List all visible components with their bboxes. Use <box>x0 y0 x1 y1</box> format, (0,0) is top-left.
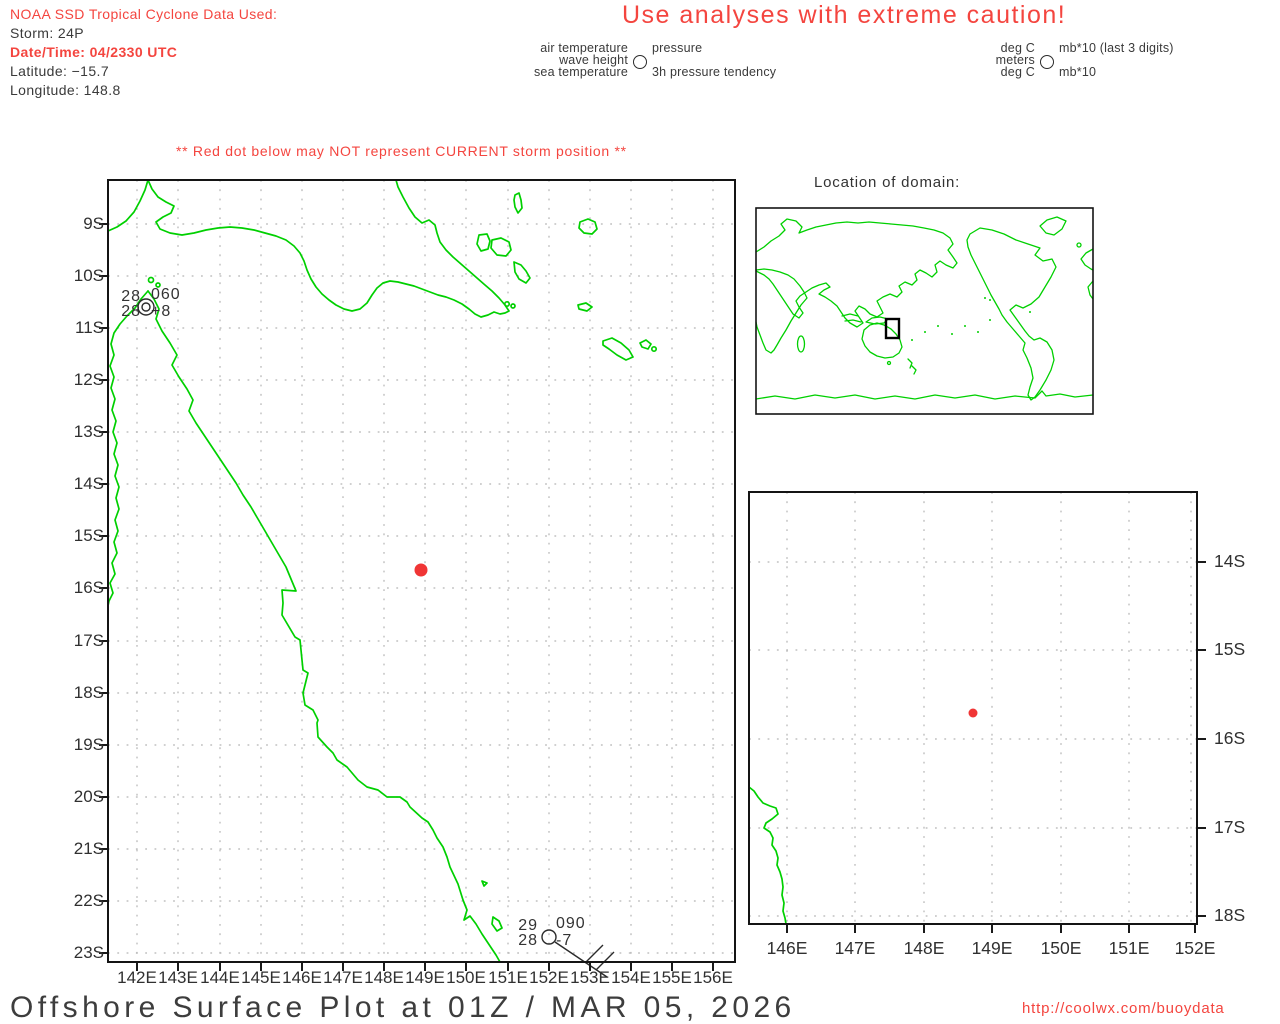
world-tasmania <box>886 360 892 366</box>
station-circle-icon <box>541 929 557 945</box>
noaa-data-line: NOAA SSD Tropical Cyclone Data Used: <box>10 6 278 22</box>
main-lat-label: 18S <box>73 683 104 702</box>
world-greenland <box>1039 216 1067 236</box>
main-lat-label: 19S <box>73 735 104 754</box>
main-lon-label: 143E <box>158 968 198 987</box>
inset-lon-label: 149E <box>971 938 1013 958</box>
world-new-zealand <box>907 358 917 375</box>
world-coast-africa <box>755 268 808 354</box>
legend-unit-tendency: mb*10 <box>1059 65 1097 79</box>
latitude-line: Latitude: −15.7 <box>10 63 110 79</box>
coastline-queensland-east <box>147 290 501 963</box>
datetime-line: Date/Time: 04/2330 UTC <box>10 44 178 60</box>
legend-unit-pressure: mb*10 (last 3 digits) <box>1059 41 1174 55</box>
main-map <box>99 179 736 978</box>
station1-tendency: +8 <box>151 303 172 320</box>
world-pacific-islands <box>911 297 1031 341</box>
main-lat-label: 21S <box>73 839 104 858</box>
main-lat-label: 16S <box>73 578 104 597</box>
world-map-border <box>755 207 1094 415</box>
main-map-ticks <box>99 223 714 971</box>
legend-sea-temperature: sea temperature <box>533 65 628 79</box>
world-madagascar <box>796 335 806 353</box>
main-lon-label: 150E <box>446 968 486 987</box>
main-lat-label: 9S <box>83 214 104 233</box>
island-icon <box>503 300 511 308</box>
station2-tendency: -7 <box>556 932 573 949</box>
main-lat-label: 14S <box>73 474 104 493</box>
inset-lon-label: 152E <box>1174 938 1216 958</box>
inset-lat-label: 14S <box>1214 551 1246 571</box>
station-inner-circle-icon <box>141 302 151 312</box>
zoom-inset-storm-dot <box>968 708 978 718</box>
inset-lat-label: 15S <box>1214 639 1246 659</box>
inset-lon-label: 150E <box>1040 938 1082 958</box>
main-lat-label: 23S <box>73 943 104 962</box>
main-lat-label: 22S <box>73 891 104 910</box>
main-lat-label: 15S <box>73 526 104 545</box>
station1-pressure: 060 <box>151 286 181 303</box>
inset-lon-label: 147E <box>834 938 876 958</box>
domain-inset-title: Location of domain: <box>814 174 961 191</box>
station2-sea-temp: 28 <box>518 932 538 949</box>
world-europe-wrap <box>1080 248 1094 300</box>
main-lon-label: 156E <box>693 968 733 987</box>
inset-lat-label: 18S <box>1214 905 1246 925</box>
zoom-inset-ticks <box>786 561 1206 933</box>
station-plots <box>137 298 615 978</box>
station-circle-icon <box>1040 55 1054 69</box>
main-lat-label: 13S <box>73 422 104 441</box>
station1-sea-temp: 28 <box>121 303 141 320</box>
storm-dot <box>414 563 428 577</box>
inset-lon-label: 146E <box>766 938 808 958</box>
inset-lon-label: 151E <box>1108 938 1150 958</box>
offshore-surface-plot-page: NOAA SSD Tropical Cyclone Data Used: Sto… <box>0 0 1280 1024</box>
zoom-inset-coastline <box>748 786 787 925</box>
station2-pressure: 090 <box>556 915 586 932</box>
legend-pressure: pressure <box>652 41 703 55</box>
inset-lat-label: 17S <box>1214 817 1246 837</box>
main-lat-label: 10S <box>73 266 104 285</box>
legend-pressure-tendency: 3h pressure tendency <box>652 65 777 79</box>
coastline-queensland-west <box>107 290 149 607</box>
source-url[interactable]: http://coolwx.com/buoydata <box>1022 1000 1225 1017</box>
main-lat-label: 17S <box>73 631 104 650</box>
world-coast-eurasia <box>755 218 958 328</box>
world-uk <box>1076 242 1082 248</box>
world-coast-australia <box>861 322 903 359</box>
world-coast-americas <box>966 227 1057 401</box>
storm-position-warning: ** Red dot below may NOT represent CURRE… <box>176 143 627 159</box>
inset-lon-label: 148E <box>903 938 945 958</box>
world-antarctica <box>755 390 1094 400</box>
zoom-inset-grid <box>749 492 1197 924</box>
storm-id-line: Storm: 24P <box>10 25 85 41</box>
page-title: Offshore Surface Plot at 01Z / MAR 05, 2… <box>10 991 796 1024</box>
longitude-line: Longitude: 148.8 <box>10 82 121 98</box>
caution-banner: Use analyses with extreme caution! <box>622 1 1067 29</box>
main-lat-label: 12S <box>73 370 104 389</box>
main-lat-label: 11S <box>75 318 104 337</box>
island-icon <box>510 303 516 309</box>
domain-locator-map <box>755 207 1094 415</box>
island-icon <box>650 345 658 353</box>
island-icon <box>147 276 155 284</box>
zoom-inset-border <box>748 491 1198 925</box>
station-circle-icon <box>633 55 647 69</box>
main-lat-label: 20S <box>73 787 104 806</box>
legend-unit-sea: deg C <box>1000 65 1035 79</box>
inset-lat-label: 16S <box>1214 728 1246 748</box>
zoom-inset-map <box>748 491 1206 933</box>
